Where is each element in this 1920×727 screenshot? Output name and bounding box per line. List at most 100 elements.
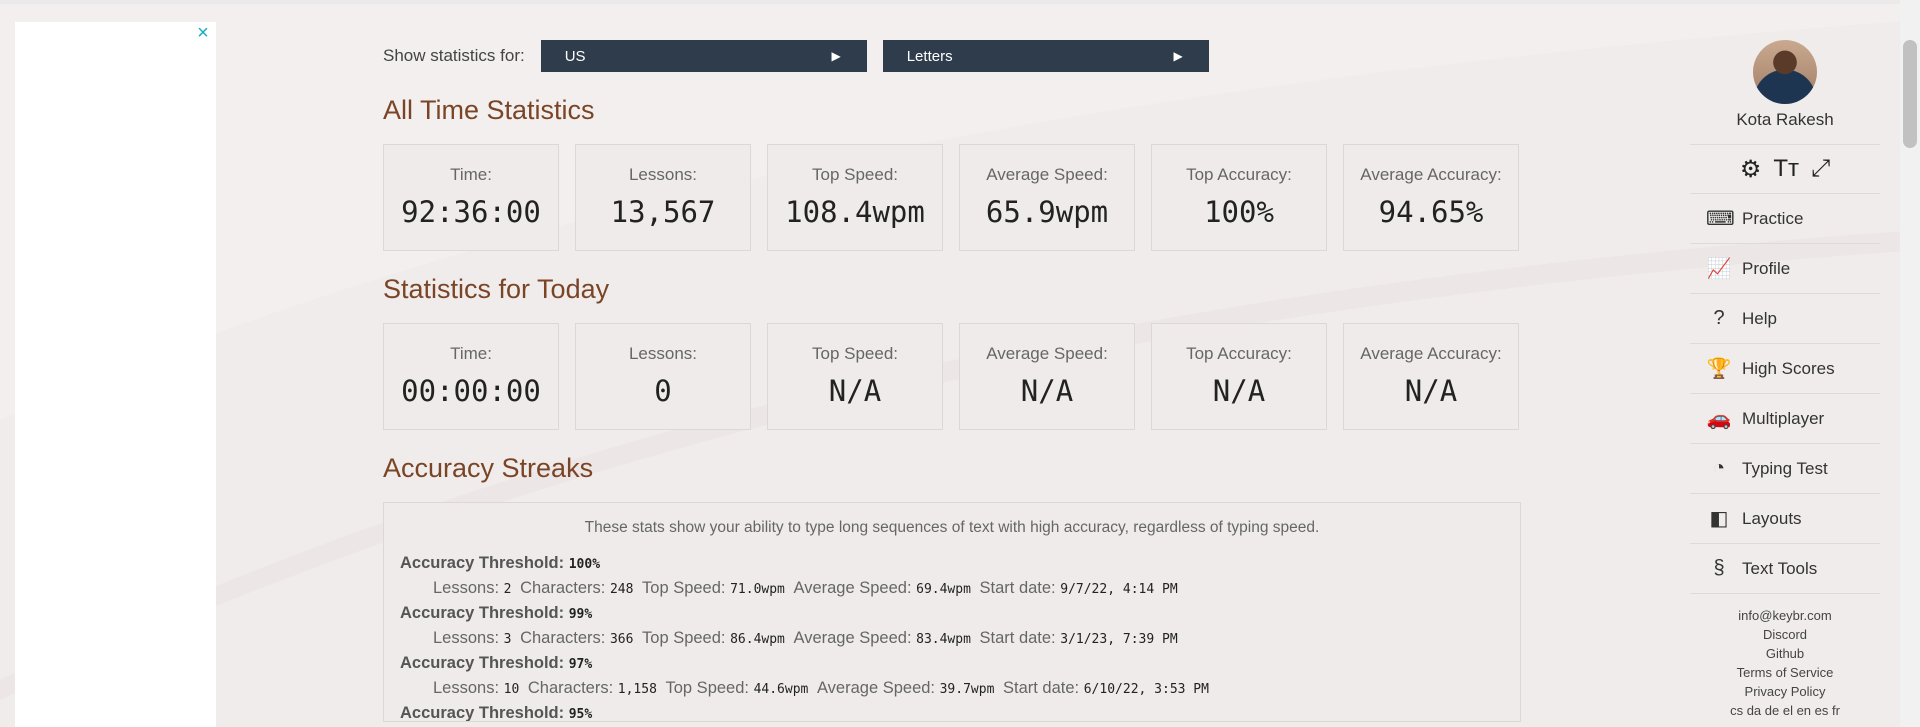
avg-speed-label: Average Speed: <box>793 579 912 597</box>
lessons-label: Lessons: <box>433 629 500 647</box>
github-link[interactable]: Github <box>1690 644 1880 663</box>
stat-value: 0 <box>654 374 672 408</box>
stat-label: Time: <box>450 344 492 363</box>
stat-average-accuracy: Average Accuracy: 94.65% <box>1343 144 1519 251</box>
stat-average-speed: Average Speed: N/A <box>959 323 1135 430</box>
nav-label: Text Tools <box>1742 558 1818 578</box>
trophy-icon: 🏆 <box>1706 358 1732 380</box>
avatar[interactable] <box>1753 40 1817 104</box>
start-date-label: Start date: <box>1003 679 1080 697</box>
start-date-value: 9/7/22, 4:14 PM <box>1060 582 1178 597</box>
help-icon: ? <box>1713 307 1725 329</box>
email-link[interactable]: info@keybr.com <box>1690 606 1880 625</box>
discord-link[interactable]: Discord <box>1690 625 1880 644</box>
main-content: Show statistics for: US ▶ Letters ▶ All … <box>383 40 1523 722</box>
nav-text-tools[interactable]: § Text Tools <box>1690 544 1880 594</box>
nav-practice[interactable]: ⌨ Practice <box>1690 194 1880 244</box>
nav-label: Help <box>1742 308 1777 328</box>
stat-label: Average Accuracy: <box>1360 165 1502 184</box>
today-title: Statistics for Today <box>383 274 610 304</box>
footer-links: info@keybr.com Discord Github Terms of S… <box>1690 606 1880 720</box>
language-links[interactable]: cs da de el en es fr <box>1690 701 1880 720</box>
layout-select[interactable]: US ▶ <box>540 40 867 72</box>
nav-high-scores[interactable]: 🏆 High Scores <box>1690 344 1880 394</box>
streaks-intro: These stats show your ability to type lo… <box>584 519 1320 536</box>
avg-speed-value: 69.4wpm <box>916 582 971 597</box>
stat-top-accuracy: Top Accuracy: N/A <box>1151 323 1327 430</box>
layout-select-value: US <box>564 47 586 65</box>
threshold-label: Accuracy Threshold: <box>400 704 565 722</box>
streak-threshold: Accuracy Threshold: 95% <box>400 703 1504 722</box>
stat-label: Top Speed: <box>811 165 898 184</box>
stat-lessons: Lessons: 13,567 <box>575 144 751 251</box>
streaks-title: Accuracy Streaks <box>383 453 594 483</box>
stat-label: Lessons: <box>628 165 698 184</box>
start-date-value: 3/1/23, 7:39 PM <box>1060 632 1178 647</box>
right-sidebar: Kota Rakesh ⚙ Tт ⤢ ⌨ Practice 📈 Profile ? H… <box>1690 40 1880 720</box>
threshold-value: 97% <box>568 657 593 672</box>
nav-help[interactable]: ? Help <box>1690 294 1880 344</box>
fullscreen-icon[interactable]: ⤢ <box>1811 155 1830 183</box>
keyboard-icon: ⌨ <box>1706 208 1735 230</box>
ad-close-icon[interactable]: × <box>194 23 212 43</box>
stat-value: N/A <box>1020 374 1074 408</box>
nav-multiplayer[interactable]: 🚗 Multiplayer <box>1690 394 1880 444</box>
gauge-icon: ◔ <box>1712 457 1726 479</box>
all-time-title: All Time Statistics <box>383 95 595 125</box>
scrollbar-thumb[interactable] <box>1903 40 1917 148</box>
threshold-label: Accuracy Threshold: <box>400 604 565 622</box>
top-speed-value: 86.4wpm <box>730 632 785 647</box>
streak-detail: Lessons: 3 Characters: 366 Top Speed: 86… <box>433 623 1504 653</box>
stat-label: Lessons: <box>628 344 698 363</box>
lessons-value: 10 <box>503 682 520 697</box>
font-size-icon[interactable]: Tт <box>1773 155 1799 183</box>
privacy-link[interactable]: Privacy Policy <box>1690 682 1880 701</box>
nav-label: Typing Test <box>1742 458 1828 478</box>
threshold-label: Accuracy Threshold: <box>400 654 565 672</box>
stat-label: Top Accuracy: <box>1186 344 1292 363</box>
stat-label: Average Speed: <box>986 165 1108 184</box>
threshold-value: 100% <box>568 557 601 572</box>
stat-top-speed: Top Speed: 108.4wpm <box>767 144 943 251</box>
mode-select[interactable]: Letters ▶ <box>882 40 1209 72</box>
layouts-icon: ◧ <box>1709 508 1729 530</box>
filter-row: Show statistics for: US ▶ Letters ▶ <box>383 40 1523 72</box>
terms-link[interactable]: Terms of Service <box>1690 663 1880 682</box>
stat-value: N/A <box>1212 374 1266 408</box>
nav-label: Multiplayer <box>1742 408 1825 428</box>
top-speed-label: Top Speed: <box>642 629 726 647</box>
settings-icon[interactable]: ⚙ <box>1740 155 1762 184</box>
nav-layouts[interactable]: ◧ Layouts <box>1690 494 1880 544</box>
top-speed-value: 44.6wpm <box>753 682 809 697</box>
stat-label: Average Accuracy: <box>1360 344 1502 363</box>
avg-speed-value: 39.7wpm <box>939 682 995 697</box>
stat-value: 92:36:00 <box>401 195 541 229</box>
stat-value: 108.4wpm <box>785 195 925 229</box>
stat-value: 94.65% <box>1378 195 1484 229</box>
stat-value: 100% <box>1204 195 1274 229</box>
stat-value: 65.9wpm <box>985 195 1109 229</box>
ad-panel: × <box>15 22 216 727</box>
nav-profile[interactable]: 📈 Profile <box>1690 244 1880 294</box>
user-name[interactable]: Kota Rakesh <box>1690 110 1880 130</box>
characters-value: 1,158 <box>617 682 657 697</box>
stat-label: Top Accuracy: <box>1186 165 1292 184</box>
chart-icon: 📈 <box>1706 258 1732 280</box>
stat-average-accuracy: Average Accuracy: N/A <box>1343 323 1519 430</box>
streaks-panel: These stats show your ability to type lo… <box>383 502 1521 722</box>
play-arrow-icon: ▶ <box>1173 49 1183 63</box>
threshold-value: 95% <box>568 707 593 722</box>
streak-detail: Lessons: 10 Characters: 1,158 Top Speed:… <box>433 673 1504 703</box>
vertical-scrollbar[interactable] <box>1900 0 1920 727</box>
stat-label: Time: <box>450 165 492 184</box>
filter-label: Show statistics for: <box>383 46 525 65</box>
characters-label: Characters: <box>520 629 606 647</box>
streak-detail: Lessons: 2 Characters: 248 Top Speed: 71… <box>433 573 1504 603</box>
start-date-label: Start date: <box>979 579 1056 597</box>
nav-typing-test[interactable]: ◔ Typing Test <box>1690 444 1880 494</box>
characters-label: Characters: <box>527 679 614 697</box>
stat-average-speed: Average Speed: 65.9wpm <box>959 144 1135 251</box>
section-icon: § <box>1713 557 1725 579</box>
mode-select-value: Letters <box>906 47 953 65</box>
stat-time: Time: 92:36:00 <box>383 144 559 251</box>
